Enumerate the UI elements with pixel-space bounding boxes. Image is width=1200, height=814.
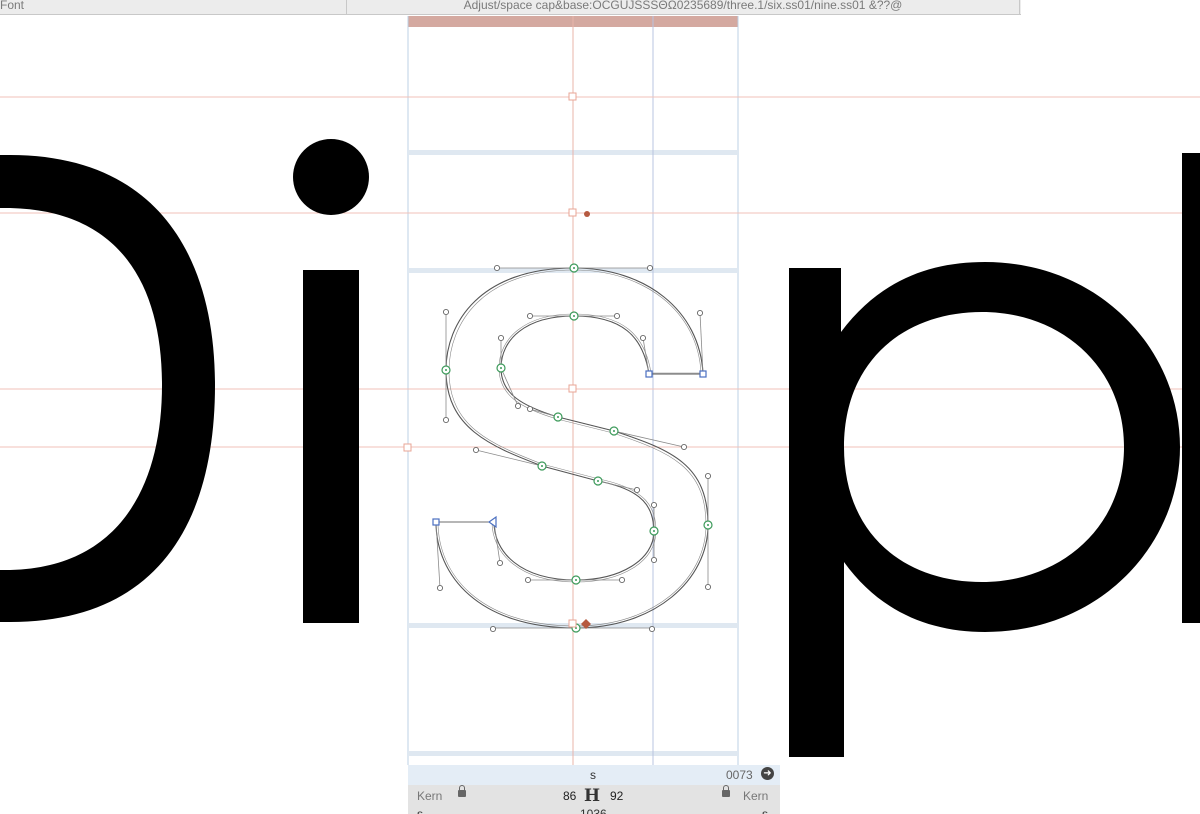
right-group-field[interactable]: s (762, 807, 768, 814)
preview-glyph-i-stem (303, 270, 359, 623)
preview-glyphs (0, 139, 1200, 757)
preview-glyph-p (789, 262, 1180, 757)
start-point-triangle (487, 515, 497, 529)
left-kern-label[interactable]: Kern (417, 789, 442, 803)
edit-text-field[interactable]: Adjust/space cap&base:OCGUJSSSΘΩ0235689/… (346, 0, 1020, 15)
glyph-canvas[interactable] (0, 16, 1200, 814)
unicode-value[interactable]: 0073 (726, 768, 753, 782)
left-group-field[interactable]: s (417, 807, 423, 814)
toolbar: Font Adjust/space cap&base:OCGUJSSSΘΩ023… (0, 0, 1200, 15)
lock-icon[interactable] (458, 785, 466, 797)
smooth-nodes[interactable] (441, 263, 713, 633)
font-label: Font (0, 0, 25, 12)
width-field[interactable]: 1036 (580, 807, 607, 814)
glyph-name[interactable]: s (590, 768, 596, 782)
glyph-info-box: s 0073 ➜ Kern 86 H 92 Kern s 1036 s (408, 765, 780, 814)
anchor-point[interactable] (584, 211, 590, 217)
node-centers (445, 267, 709, 629)
right-kern-label[interactable]: Kern (743, 789, 768, 803)
rsb-field[interactable]: 92 (610, 789, 623, 803)
lsb-field[interactable]: 86 (563, 789, 576, 803)
arrow-circle-icon[interactable]: ➜ (761, 767, 774, 780)
lock-icon[interactable] (722, 785, 730, 797)
preview-glyph-i-dot (293, 139, 369, 215)
h-width-icon[interactable]: H (584, 786, 600, 806)
preview-glyph-l (1182, 153, 1200, 623)
toolbar-search-area[interactable] (1021, 0, 1200, 15)
